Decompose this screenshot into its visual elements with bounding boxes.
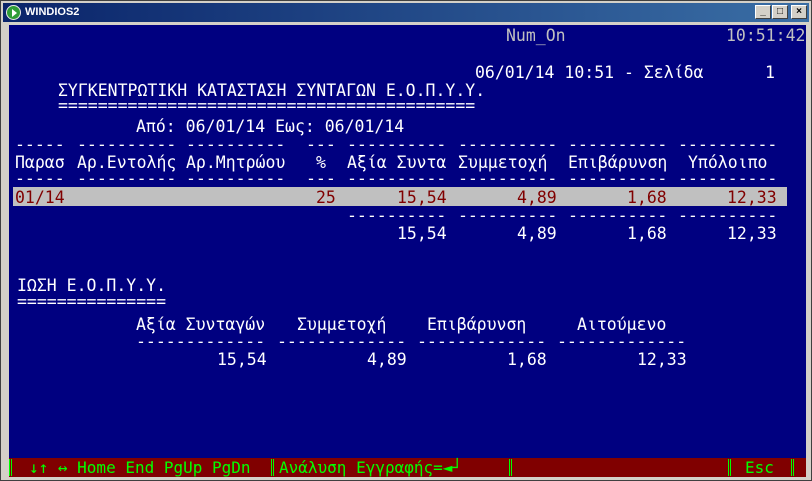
status-separator xyxy=(271,459,274,476)
total-epivarynsi: 1,68 xyxy=(627,224,667,243)
num-lock-indicator: Num_On xyxy=(506,26,566,45)
summary-value-axia: 15,54 xyxy=(217,350,267,369)
date-range: Από: 06/01/14 Εως: 06/01/14 xyxy=(136,117,405,136)
col-rule-pososto: --- xyxy=(306,135,336,154)
summary-value-aitoumeno: 12,33 xyxy=(637,350,687,369)
clock: 10:51:42 xyxy=(726,26,806,45)
status-separator xyxy=(791,459,794,476)
summary-title-rule: =============== xyxy=(17,292,167,311)
title-bar[interactable]: WINDIOS2 _ □ × xyxy=(3,3,809,22)
minimize-button[interactable]: _ xyxy=(755,5,771,19)
col-rule2-mitroo: ---------- xyxy=(186,169,286,188)
total-ypoloipo: 12,33 xyxy=(727,224,777,243)
total-rule-ypoloipo: ---------- xyxy=(678,206,778,225)
status-separator xyxy=(728,459,731,476)
total-rule-epivarynsi: ---------- xyxy=(568,206,668,225)
total-symmetoxi: 4,89 xyxy=(517,224,557,243)
report-title-rule: ========================================… xyxy=(58,96,476,115)
report-datetime: 06/01/14 10:51 - Σελίδα xyxy=(475,63,704,82)
summary-rule-axia: ------------- xyxy=(136,332,266,351)
col-rule-symmetoxi: ---------- xyxy=(458,135,558,154)
col-rule2-symmetoxi: ---------- xyxy=(458,169,558,188)
cell-epivarynsi: 1,68 xyxy=(627,188,667,207)
terminal-screen: Num_On 10:51:42 06/01/14 10:51 - Σελίδα … xyxy=(9,25,806,458)
status-separator xyxy=(509,459,512,476)
app-icon[interactable] xyxy=(6,5,21,20)
status-navigation-keys[interactable]: ↓↑ ↔ Home End PgUp PgDn xyxy=(29,459,251,476)
col-rule-epivarynsi: ---------- xyxy=(568,135,668,154)
col-rule2-paras: ----- xyxy=(15,169,65,188)
col-rule2-ypoloipo: ---------- xyxy=(678,169,778,188)
cell-axia: 15,54 xyxy=(397,188,447,207)
window-title: WINDIOS2 xyxy=(25,6,80,18)
cell-paras: 01/14 xyxy=(15,188,65,207)
col-rule2-pososto: --- xyxy=(306,169,336,188)
status-record-analysis[interactable]: Ανάλυση Εγγραφής=◄┘ xyxy=(279,459,462,476)
col-rule2-epivarynsi: ---------- xyxy=(568,169,668,188)
col-rule-axia: ---------- xyxy=(347,135,447,154)
col-rule-entoli: ---------- xyxy=(77,135,177,154)
status-escape-key[interactable]: Esc xyxy=(745,459,774,476)
cell-ypoloipo: 12,33 xyxy=(727,188,777,207)
summary-rule-aitoumeno: ------------- xyxy=(557,332,687,351)
summary-rule-symmetoxi: ------------- xyxy=(277,332,407,351)
status-bar: ↓↑ ↔ Home End PgUp PgDn Ανάλυση Εγγραφής… xyxy=(9,458,806,477)
cell-pososto: 25 xyxy=(316,188,336,207)
col-rule2-axia: ---------- xyxy=(347,169,447,188)
col-rule2-entoli: ---------- xyxy=(77,169,177,188)
summary-value-epivarynsi: 1,68 xyxy=(507,350,547,369)
col-rule-ypoloipo: ---------- xyxy=(678,135,778,154)
summary-value-symmetoxi: 4,89 xyxy=(367,350,407,369)
app-window: WINDIOS2 _ □ × Num_On 10:51:42 06/01/14 … xyxy=(0,0,812,481)
maximize-button[interactable]: □ xyxy=(772,5,788,19)
close-button[interactable]: × xyxy=(791,5,807,19)
total-rule-axia: ---------- xyxy=(347,206,447,225)
total-axia: 15,54 xyxy=(397,224,447,243)
status-separator xyxy=(9,459,12,476)
summary-rule-epivarynsi: ------------- xyxy=(417,332,547,351)
cell-symmetoxi: 4,89 xyxy=(517,188,557,207)
col-rule-paras: ----- xyxy=(15,135,65,154)
col-rule-mitroo: ---------- xyxy=(186,135,286,154)
total-rule-symmetoxi: ---------- xyxy=(458,206,558,225)
page-number: 1 xyxy=(765,63,775,82)
